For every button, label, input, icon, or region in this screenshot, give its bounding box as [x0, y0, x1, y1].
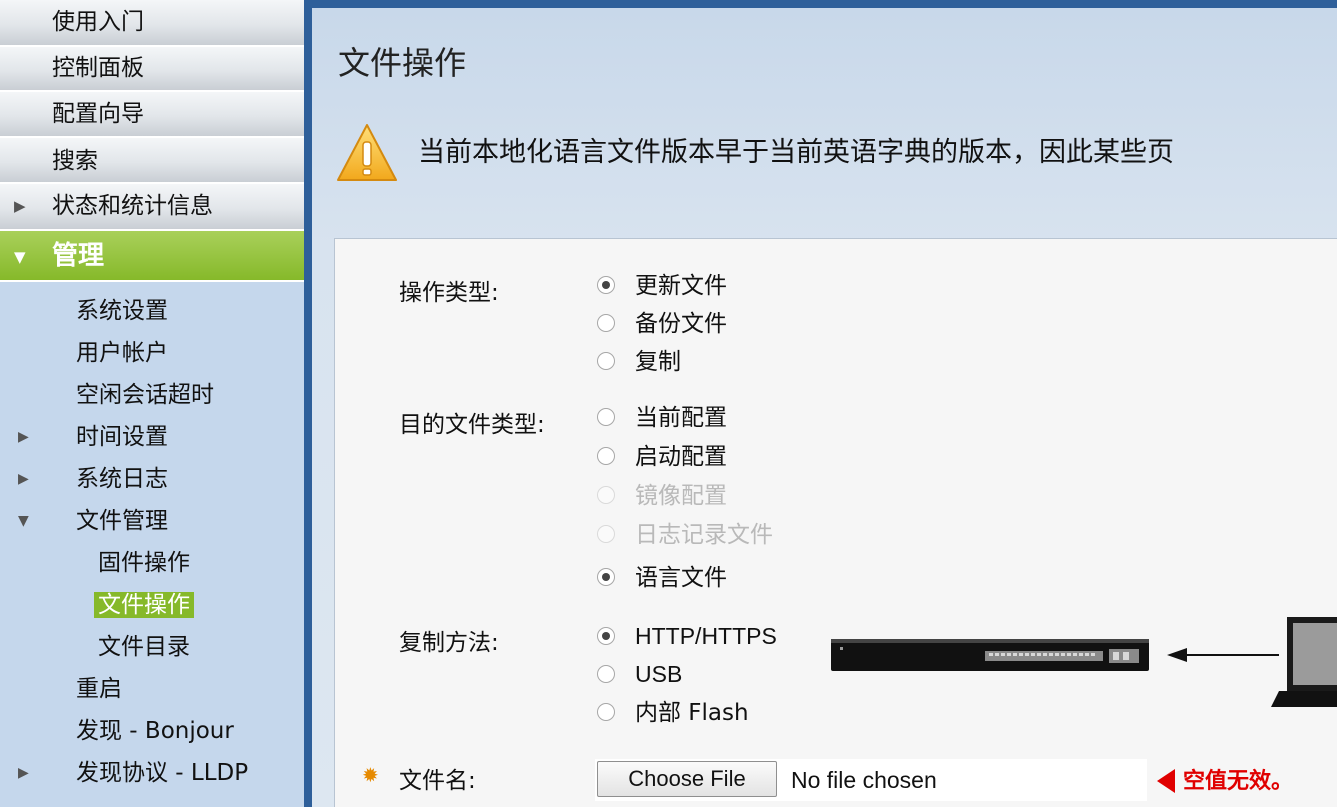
- radio-button[interactable]: [597, 407, 615, 426]
- validation-error: 空值无效。: [1183, 769, 1294, 794]
- expand-triangle-icon: ▶: [18, 429, 29, 445]
- radio-button[interactable]: [597, 626, 615, 645]
- radio-button[interactable]: [597, 446, 615, 465]
- radio-log-file: 日志记录文件: [597, 516, 773, 554]
- nav-search[interactable]: 搜索: [0, 138, 304, 184]
- page-title: 文件操作: [338, 44, 467, 82]
- sidebar-item-label: 系统设置: [76, 298, 168, 324]
- collapse-triangle-icon: ▼: [14, 248, 26, 266]
- nav-label: 状态和统计信息: [52, 193, 213, 219]
- radio-label: 启动配置: [635, 444, 727, 470]
- sidebar-item-discovery-lldp[interactable]: ▶ 发现协议 - LLDP: [0, 752, 304, 794]
- radio-internal-flash[interactable]: 内部 Flash: [597, 694, 749, 732]
- required-star-icon: ✹: [362, 763, 379, 787]
- radio-button[interactable]: [597, 313, 615, 332]
- copy-method-label: 复制方法:: [399, 630, 499, 656]
- radio-button[interactable]: [597, 351, 615, 370]
- file-chosen-status: No file chosen: [791, 767, 937, 793]
- collapse-triangle-icon: ▼: [18, 513, 29, 529]
- radio-running-config[interactable]: 当前配置: [597, 399, 727, 437]
- radio-label: HTTP/HTTPS: [635, 623, 777, 649]
- sidebar-item-reboot[interactable]: 重启: [0, 668, 304, 710]
- transfer-diagram: [831, 617, 1337, 707]
- sidebar-item-file-management[interactable]: ▼ 文件管理: [0, 500, 304, 542]
- radio-label: 当前配置: [635, 405, 727, 431]
- choose-file-button[interactable]: Choose File: [597, 761, 777, 797]
- sidebar-item-label: 文件管理: [76, 508, 168, 534]
- radio-label: 语言文件: [635, 565, 727, 591]
- radio-button[interactable]: [597, 567, 615, 586]
- sidebar-item-system-settings[interactable]: 系统设置: [0, 290, 304, 332]
- radio-label: 镜像配置: [635, 483, 727, 509]
- sidebar-item-label: 文件操作: [94, 592, 194, 618]
- radio-language-file[interactable]: 语言文件: [597, 559, 727, 597]
- sidebar-item-label: 用户帐户: [76, 340, 168, 366]
- sidebar-item-idle-session-timeout[interactable]: 空闲会话超时: [0, 374, 304, 416]
- radio-button[interactable]: [597, 702, 615, 721]
- sidebar-item-label: 重启: [76, 676, 122, 702]
- radio-usb[interactable]: USB: [597, 655, 682, 693]
- radio-button: [597, 524, 615, 543]
- nav-label: 管理: [52, 241, 105, 271]
- nav-status-statistics[interactable]: ▶ 状态和统计信息: [0, 184, 304, 231]
- radio-label: 更新文件: [635, 273, 727, 299]
- sidebar-item-file-directory[interactable]: 文件目录: [0, 626, 304, 668]
- expand-triangle-icon: ▶: [18, 765, 29, 781]
- radio-label: 备份文件: [635, 311, 727, 337]
- radio-backup-file[interactable]: 备份文件: [597, 305, 727, 343]
- sidebar-item-time-settings[interactable]: ▶ 时间设置: [0, 416, 304, 458]
- radio-label: 复制: [635, 349, 681, 375]
- sidebar-item-file-operations[interactable]: 文件操作: [0, 584, 304, 626]
- nav-label: 控制面板: [52, 55, 144, 81]
- radio-label: 日志记录文件: [635, 522, 773, 548]
- radio-button[interactable]: [597, 664, 615, 683]
- warning-text: 当前本地化语言文件版本早于当前英语字典的版本，因此某些页: [418, 137, 1174, 168]
- radio-label: 内部 Flash: [635, 700, 749, 726]
- sidebar-item-label: 系统日志: [76, 466, 168, 492]
- nav-label: 使用入门: [52, 9, 144, 35]
- sidebar-item-label: 发现协议 - LLDP: [76, 760, 249, 786]
- sidebar-item-label: 发现 - Bonjour: [76, 718, 234, 744]
- radio-button[interactable]: [597, 275, 615, 294]
- main-content: 文件操作 当前本地化语言文件版本早于当前英语字典的版本，因此某些页 操作类型: …: [312, 8, 1337, 807]
- sidebar-item-system-log[interactable]: ▶ 系统日志: [0, 458, 304, 500]
- radio-update-file[interactable]: 更新文件: [597, 267, 727, 305]
- warning-icon: [337, 124, 397, 181]
- error-arrow-icon: [1157, 769, 1175, 793]
- radio-startup-config[interactable]: 启动配置: [597, 438, 727, 476]
- sidebar-item-label: 文件目录: [98, 634, 190, 660]
- nav-config-wizard[interactable]: 配置向导: [0, 92, 304, 138]
- nav-dashboard[interactable]: 控制面板: [0, 47, 304, 92]
- operation-type-label: 操作类型:: [399, 280, 499, 306]
- sidebar-item-label: 固件操作: [98, 550, 190, 576]
- expand-triangle-icon: ▶: [18, 471, 29, 487]
- admin-submenu: 系统设置 用户帐户 空闲会话超时 ▶ 时间设置 ▶ 系统日志 ▼ 文件管理 固件…: [0, 282, 304, 794]
- nav-administration[interactable]: ▼ 管理: [0, 231, 304, 282]
- radio-label: USB: [635, 661, 683, 687]
- sidebar-item-label: 时间设置: [76, 424, 168, 450]
- expand-triangle-icon: ▶: [14, 197, 26, 215]
- sidebar-item-discovery-bonjour[interactable]: 发现 - Bonjour: [0, 710, 304, 752]
- arrow-left-icon: [1167, 648, 1187, 662]
- sidebar-item-user-accounts[interactable]: 用户帐户: [0, 332, 304, 374]
- laptop-icon: [1271, 617, 1337, 707]
- file-name-input[interactable]: Choose File No file chosen: [595, 759, 1147, 801]
- sidebar-item-firmware-operations[interactable]: 固件操作: [0, 542, 304, 584]
- radio-mirror-config: 镜像配置: [597, 477, 727, 515]
- file-name-label: 文件名:: [399, 768, 476, 794]
- nav-getting-started[interactable]: 使用入门: [0, 0, 304, 47]
- nav-label: 搜索: [52, 148, 98, 174]
- warning-banner: 当前本地化语言文件版本早于当前英语字典的版本，因此某些页: [336, 122, 1336, 202]
- nav-label: 配置向导: [52, 101, 144, 127]
- radio-button: [597, 485, 615, 504]
- sidebar-item-label: 空闲会话超时: [76, 382, 214, 408]
- file-operation-form: 操作类型: 更新文件 备份文件 复制 目的文件类型: 当前配置 启动配置 镜像配…: [334, 238, 1337, 807]
- sidebar-nav: 使用入门 控制面板 配置向导 搜索 ▶ 状态和统计信息 ▼ 管理 系统设置 用户…: [0, 0, 304, 807]
- dest-file-type-label: 目的文件类型:: [399, 412, 545, 438]
- radio-http-https[interactable]: HTTP/HTTPS: [597, 617, 777, 655]
- radio-copy[interactable]: 复制: [597, 343, 681, 381]
